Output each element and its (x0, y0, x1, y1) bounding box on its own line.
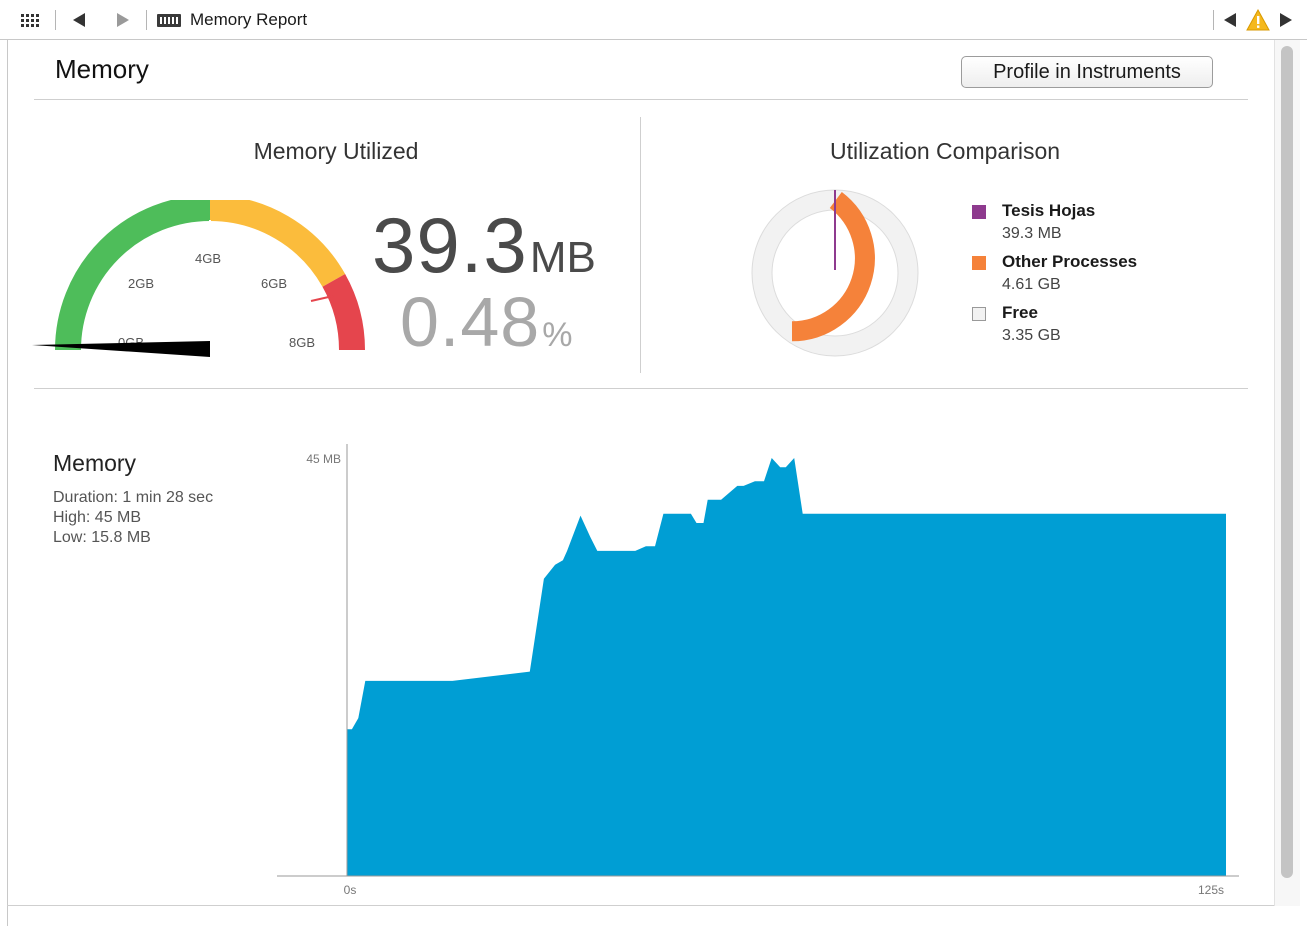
x-tick-label-start: 0s (344, 883, 357, 897)
next-issue-icon[interactable] (1276, 0, 1296, 40)
scrollbar-thumb[interactable] (1281, 46, 1293, 878)
vertical-scrollbar[interactable] (1274, 40, 1300, 906)
editor-bottom-border (7, 905, 1274, 906)
memory-area-series (347, 458, 1226, 876)
y-tick-label-max: 45 MB (306, 452, 341, 466)
x-tick-label-end: 125s (1198, 883, 1224, 897)
memory-usage-chart: 45 MB 0s 125s (277, 444, 1239, 897)
